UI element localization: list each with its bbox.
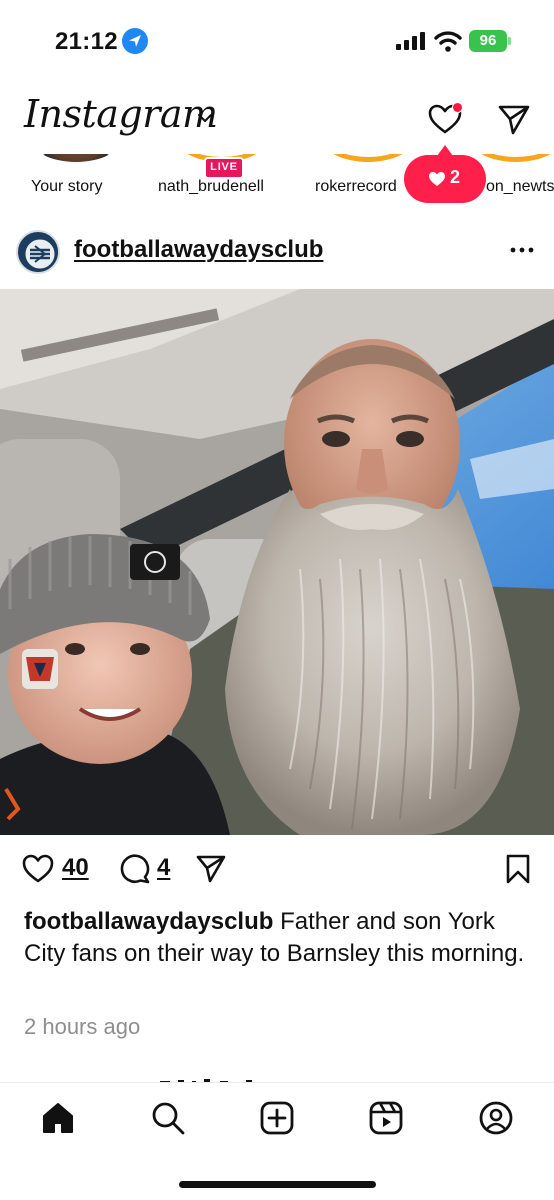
post-photo-illustration (0, 289, 554, 835)
story-label[interactable]: rokerrecord (315, 178, 397, 196)
story-avatar[interactable] (322, 154, 414, 162)
avatar[interactable] (16, 230, 60, 274)
home-icon[interactable] (40, 1100, 76, 1136)
live-badge: LIVE (204, 157, 244, 179)
notification-dot (452, 102, 463, 113)
heart-icon[interactable] (22, 854, 54, 884)
activity-notification-bubble[interactable]: 2 (404, 145, 486, 203)
send-icon[interactable] (195, 854, 227, 884)
heart-icon (429, 172, 445, 186)
instagram-logo[interactable]: Instagram (24, 92, 218, 136)
comment-icon[interactable] (119, 854, 151, 884)
story-label[interactable]: Your story (31, 178, 102, 196)
caption-username[interactable]: footballawaydaysclub (24, 908, 273, 935)
story-avatar[interactable] (470, 154, 554, 162)
notification-count: 2 (450, 167, 461, 187)
post-actions: 40 4 (0, 846, 554, 894)
profile-icon[interactable] (478, 1100, 514, 1136)
post-username[interactable]: footballawaydaysclub (74, 236, 323, 264)
story-label[interactable]: nath_brudenell (158, 178, 264, 196)
location-icon (122, 28, 148, 54)
reels-icon[interactable] (368, 1100, 404, 1136)
app-header: Instagram (0, 84, 554, 154)
signal-icon (396, 32, 425, 50)
wifi-icon (434, 31, 462, 52)
post-timestamp: 2 hours ago (24, 1014, 141, 1039)
story-label[interactable]: on_newts (486, 178, 554, 196)
like-count[interactable]: 40 (62, 854, 89, 882)
more-options-icon[interactable] (510, 247, 534, 253)
search-icon[interactable] (150, 1100, 186, 1136)
post-caption: footballawaydaysclub Father and son York… (24, 906, 534, 970)
send-icon[interactable] (497, 104, 531, 136)
story-avatar[interactable] (30, 154, 122, 162)
create-icon[interactable] (259, 1100, 295, 1136)
status-time: 21:12 (55, 28, 118, 55)
post-header: footballawaydaysclub (0, 224, 554, 280)
battery-icon: 96 (469, 30, 507, 52)
battery-tip (508, 37, 511, 45)
comment-count[interactable]: 4 (157, 854, 170, 882)
bookmark-icon[interactable] (505, 854, 531, 884)
home-indicator (179, 1181, 376, 1188)
chevron-down-icon[interactable] (197, 112, 213, 124)
status-bar: 21:12 96 (0, 0, 554, 84)
post-photo[interactable] (0, 289, 554, 835)
